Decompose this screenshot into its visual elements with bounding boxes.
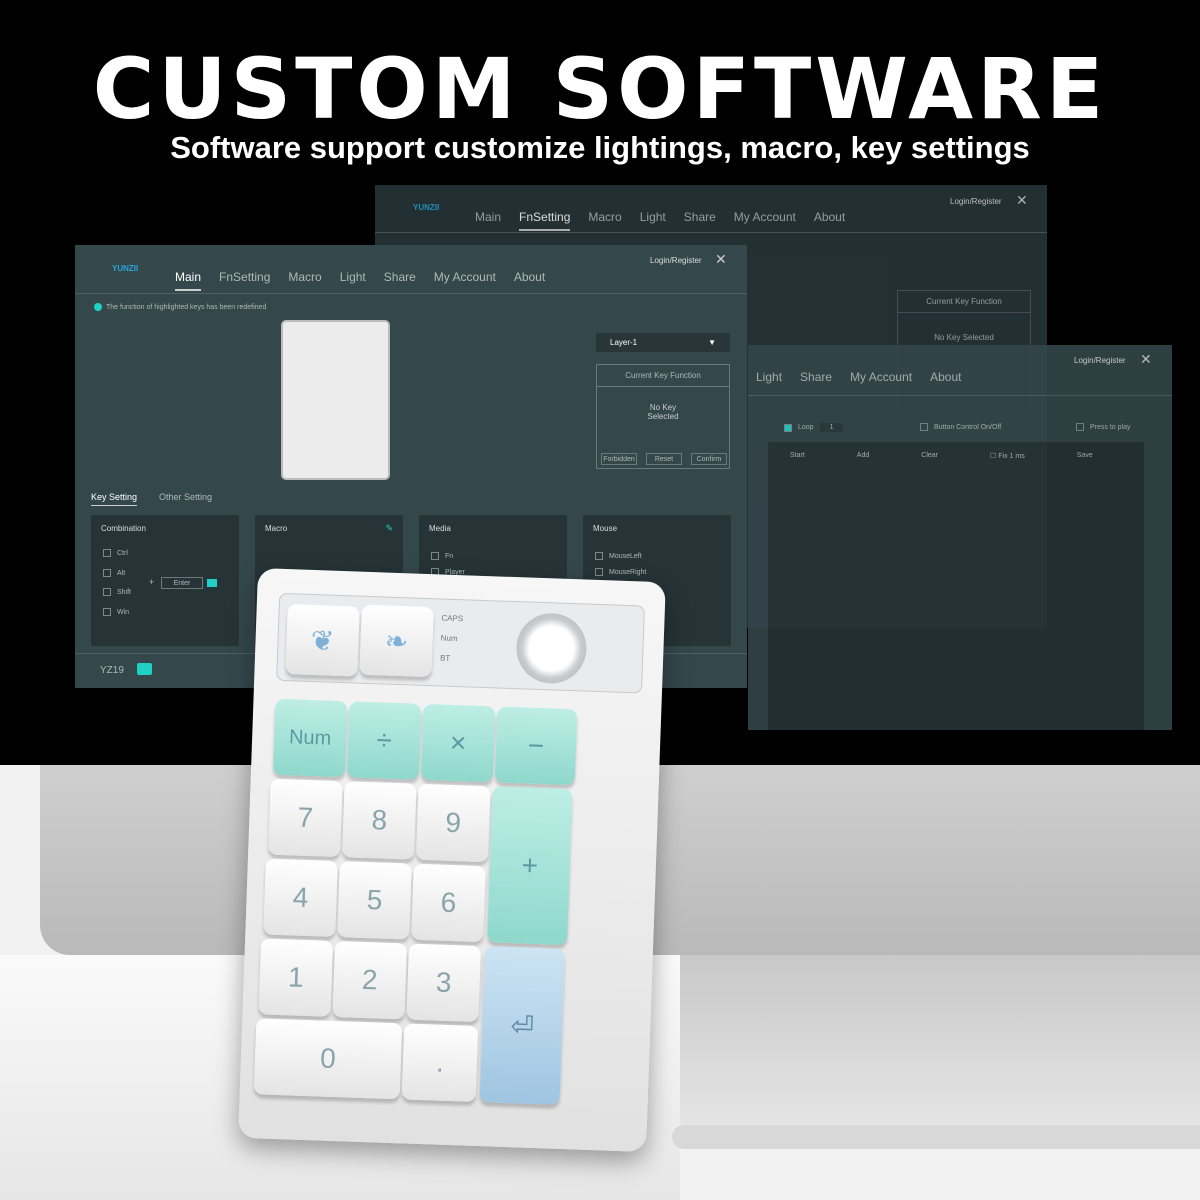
keypad-photo: ❦ ❧ CAPS Num BT Num ÷ × − 7 8 9 + 4 5 6 …: [238, 568, 666, 1152]
tab-about[interactable]: About: [930, 370, 961, 384]
keycap: ⏎: [479, 946, 565, 1105]
keycap: 3: [406, 943, 482, 1023]
headline: CUSTOM SOFTWARE: [92, 40, 1108, 138]
add-button[interactable]: Add: [857, 452, 869, 460]
bt-led: BT: [439, 653, 451, 663]
volume-knob: [515, 612, 588, 685]
dropdown-arrow-icon: ▼: [708, 338, 716, 347]
layer-select[interactable]: Layer-1 ▼: [596, 333, 730, 352]
keycap: Num: [272, 698, 348, 778]
shift-checkbox[interactable]: Shift: [103, 588, 131, 596]
leaf-keycap-icon: ❦: [285, 604, 360, 677]
keycap: 5: [337, 861, 412, 940]
start-button[interactable]: Start: [790, 452, 805, 460]
keycap: 9: [415, 783, 491, 863]
tab-share[interactable]: Share: [384, 270, 416, 291]
highlight-dot-icon: [94, 303, 102, 311]
keycap: −: [494, 706, 578, 786]
monitor-stand-base: [672, 1125, 1200, 1149]
keycap: ÷: [346, 701, 422, 780]
current-key-title: Current Key Function: [898, 291, 1030, 313]
caps-led: CAPS: [441, 613, 464, 624]
tab-my-account[interactable]: My Account: [434, 270, 496, 291]
tab-other-setting[interactable]: Other Setting: [159, 492, 212, 502]
keycap: ×: [420, 703, 496, 783]
clear-button[interactable]: Clear: [921, 452, 938, 460]
num-led: Num: [440, 633, 458, 644]
loop-checkbox[interactable]: Loop 1: [784, 423, 844, 432]
current-key-status: No Key Selected: [934, 333, 994, 342]
monitor-stand: [680, 955, 1200, 1145]
press-to-play-checkbox[interactable]: Press to play: [1076, 423, 1130, 431]
keyboard-preview[interactable]: [281, 320, 390, 480]
device-keyboard-icon[interactable]: [137, 663, 152, 675]
tab-fnsetting[interactable]: FnSetting: [219, 270, 270, 291]
close-icon[interactable]: ✕: [1140, 351, 1152, 368]
tab-key-setting[interactable]: Key Setting: [91, 492, 138, 506]
brand-logo: YUNZII: [112, 264, 139, 273]
confirm-button[interactable]: Confirm: [691, 453, 727, 465]
keycap: 4: [263, 858, 338, 937]
button-control-checkbox[interactable]: Button Control On/Off: [920, 423, 1001, 431]
close-icon[interactable]: ✕: [715, 251, 727, 268]
keycap: +: [487, 786, 573, 946]
tab-my-account[interactable]: My Account: [734, 210, 796, 231]
tab-fnsetting[interactable]: FnSetting: [519, 210, 571, 231]
login-link[interactable]: Login/Register: [1074, 356, 1126, 365]
mouse-item[interactable]: MouseLeft: [595, 552, 642, 560]
keycap: 7: [268, 778, 343, 858]
combination-panel: Combination Ctrl Alt Shift Win + Enter: [91, 515, 239, 646]
save-button[interactable]: Save: [1077, 452, 1093, 460]
media-item[interactable]: Fn: [431, 552, 453, 560]
reset-button[interactable]: Reset: [646, 453, 682, 465]
login-link[interactable]: Login/Register: [650, 256, 702, 265]
tab-light[interactable]: Light: [340, 270, 366, 291]
key-input[interactable]: Enter: [161, 577, 203, 589]
tab-macro[interactable]: Macro: [588, 210, 621, 231]
edit-icon[interactable]: ✎: [385, 523, 393, 534]
win-checkbox[interactable]: Win: [103, 608, 129, 616]
leaf-keycap-icon: ❧: [359, 604, 434, 678]
fix-checkbox[interactable]: ☐ Fix 1 ms: [990, 452, 1025, 460]
mouse-item[interactable]: MouseRight: [595, 568, 646, 576]
keycap: .: [401, 1023, 479, 1102]
keycap: 6: [411, 863, 486, 943]
ctrl-checkbox[interactable]: Ctrl: [103, 549, 128, 557]
keycap: 8: [342, 781, 417, 860]
keypad-top-module: ❦ ❧ CAPS Num BT: [276, 592, 645, 694]
keycap: 1: [258, 938, 334, 1017]
tab-main[interactable]: Main: [475, 210, 501, 231]
notice: The function of highlighted keys has bee…: [94, 303, 266, 311]
tab-share[interactable]: Share: [684, 210, 716, 231]
keyboard-icon[interactable]: [207, 579, 217, 587]
tab-macro[interactable]: Macro: [288, 270, 321, 291]
device-name: YZ19: [100, 665, 124, 676]
current-key-panel: Current Key Function No Key Selected For…: [596, 364, 730, 469]
keycap: 0: [253, 1018, 403, 1100]
tab-about[interactable]: About: [514, 270, 545, 291]
login-link[interactable]: Login/Register: [950, 197, 1002, 206]
tab-my-account[interactable]: My Account: [850, 370, 912, 384]
fix-value-input[interactable]: 1: [1010, 453, 1014, 460]
macro-window: Light Share My Account About Login/Regis…: [748, 345, 1172, 730]
tab-light[interactable]: Light: [640, 210, 666, 231]
forbidden-button[interactable]: Forbidden: [601, 453, 637, 465]
close-icon[interactable]: ✕: [1016, 192, 1028, 209]
alt-checkbox[interactable]: Alt: [103, 569, 125, 577]
tab-share[interactable]: Share: [800, 370, 832, 384]
tab-light[interactable]: Light: [756, 370, 782, 384]
subheadline: Software support customize lightings, ma…: [170, 130, 1030, 165]
brand-logo: YUNZII: [413, 203, 440, 212]
keycap: 2: [332, 940, 408, 1020]
tab-main[interactable]: Main: [175, 270, 202, 291]
tab-about[interactable]: About: [814, 210, 845, 231]
loop-count-input[interactable]: 1: [819, 423, 844, 432]
